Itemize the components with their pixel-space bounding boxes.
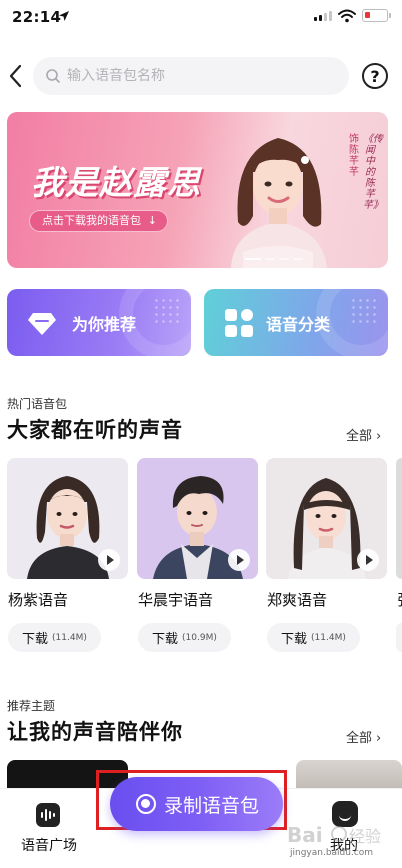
nav-voice-plaza[interactable]: 语音广场 — [18, 797, 80, 857]
record-voice-pack-button[interactable]: 录制语音包 — [110, 777, 283, 831]
voice-pack-photo — [266, 458, 387, 579]
recommend-label: 为你推荐 — [72, 315, 137, 334]
sound-wave-icon — [36, 803, 60, 827]
voice-pack-photo — [7, 458, 128, 579]
voice-pack-photo — [137, 458, 258, 579]
theme-see-all-label: 全部 — [346, 731, 373, 746]
carousel-indicator — [245, 258, 303, 260]
download-label: 下载 — [22, 632, 49, 647]
hot-see-all-link[interactable]: 全部 › — [346, 425, 381, 444]
wifi-icon — [338, 9, 356, 23]
file-size: (11.4M) — [52, 632, 87, 643]
svg-text:经验: 经验 — [349, 827, 381, 846]
play-icon[interactable] — [357, 549, 379, 571]
help-icon[interactable]: ? — [362, 63, 388, 89]
hot-section-title: 大家都在听的声音 — [7, 418, 183, 442]
diamond-icon — [28, 313, 56, 335]
download-arrow-icon: ↓ — [147, 214, 157, 227]
play-icon[interactable] — [228, 549, 250, 571]
file-size: (11.4M) — [311, 632, 346, 643]
recommend-card[interactable]: 为你推荐 — [7, 289, 191, 356]
download-label: 下载 — [152, 632, 179, 647]
voice-pack-name-partial: 张 — [397, 589, 402, 610]
download-button[interactable]: 下载 (10.9M) — [138, 623, 231, 652]
location-arrow-icon — [59, 11, 69, 21]
status-bar: 22:14 — [0, 0, 402, 36]
watermark-text: jingyan.baidu.com — [290, 848, 374, 858]
play-icon[interactable] — [98, 549, 120, 571]
chevron-right-icon: › — [376, 429, 382, 444]
search-input[interactable] — [67, 65, 327, 87]
theme-section-title: 让我的声音陪伴你 — [7, 720, 183, 744]
file-size: (10.9M) — [182, 632, 217, 643]
back-arrow-icon[interactable] — [6, 62, 24, 90]
battery-icon — [362, 9, 391, 22]
category-label: 语音分类 — [266, 315, 331, 334]
status-time: 22:14 — [12, 8, 62, 26]
voice-pack-name: 郑爽语音 — [267, 591, 328, 609]
theme-see-all-link[interactable]: 全部 › — [346, 727, 381, 746]
nav-voice-plaza-label: 语音广场 — [21, 838, 77, 854]
promo-banner[interactable]: 我是赵露思 点击下载我的语音包 ↓ 饰陈芊芊 《传闻中的陈芊芊》 — [7, 112, 388, 268]
voice-pack-name: 华晨宇语音 — [138, 591, 214, 609]
download-button[interactable]: 下载 (11.4M) — [267, 623, 360, 652]
banner-role-text: 饰陈芊芊 — [349, 134, 359, 178]
download-button-partial[interactable] — [396, 623, 402, 652]
category-card[interactable]: 语音分类 — [204, 289, 388, 356]
record-icon — [136, 794, 156, 814]
search-bar[interactable] — [33, 57, 349, 95]
search-icon — [46, 69, 60, 83]
hot-section-subtitle: 热门语音包 — [7, 397, 68, 411]
banner-download-button[interactable]: 点击下载我的语音包 ↓ — [29, 210, 168, 232]
chevron-right-icon: › — [376, 731, 382, 746]
hot-see-all-label: 全部 — [346, 429, 373, 444]
signal-icon — [314, 11, 332, 21]
celebrity-portrait — [231, 138, 327, 268]
record-voice-pack-label: 录制语音包 — [164, 795, 260, 817]
download-label: 下载 — [281, 632, 308, 647]
voice-pack-name: 杨紫语音 — [8, 591, 69, 609]
svg-text:Bai: Bai — [287, 823, 323, 847]
grid-icon — [225, 309, 253, 337]
banner-cta-label: 点击下载我的语音包 — [42, 214, 141, 227]
banner-title: 我是赵露思 — [31, 163, 201, 202]
banner-show-text: 《传闻中的陈芊芊》 — [363, 134, 383, 211]
download-button[interactable]: 下载 (11.4M) — [8, 623, 101, 652]
voice-pack-card-partial[interactable] — [396, 458, 402, 579]
theme-section-subtitle: 推荐主题 — [7, 699, 56, 713]
